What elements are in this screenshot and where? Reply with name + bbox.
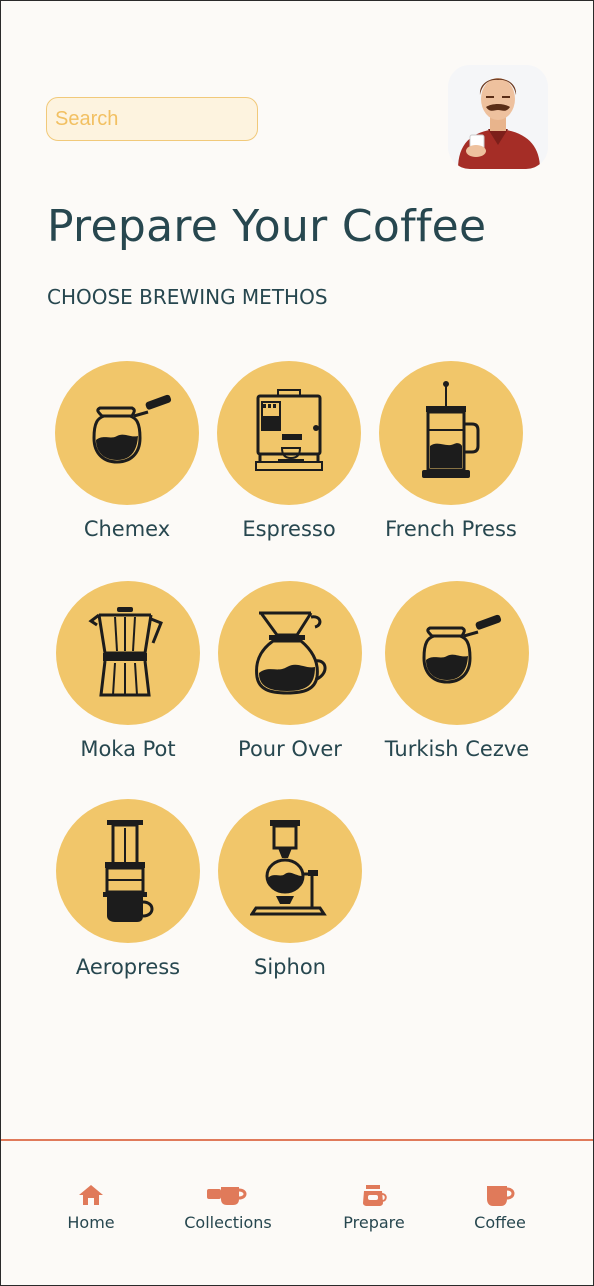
nav-label: Prepare (343, 1213, 405, 1232)
method-circle[interactable] (217, 361, 361, 505)
home-icon (36, 1179, 146, 1207)
nav-item-coffee[interactable]: Coffee (445, 1179, 555, 1239)
cups-icon (173, 1179, 283, 1207)
espresso-machine-icon (255, 389, 323, 471)
method-label: French Press (385, 517, 517, 541)
method-turkish-cezve[interactable]: Turkish Cezve (357, 581, 557, 781)
nav-item-collections[interactable]: Collections (173, 1179, 283, 1239)
nav-label: Collections (184, 1213, 272, 1232)
page-title: Prepare Your Coffee (47, 201, 487, 252)
method-label: Turkish Cezve (384, 737, 530, 761)
method-circle[interactable] (55, 361, 199, 505)
section-subtitle: CHOOSE BREWING METHOS (47, 285, 328, 309)
bottom-nav-divider (1, 1139, 593, 1141)
nav-item-home[interactable]: Home (36, 1179, 146, 1239)
pour-over-icon (255, 611, 327, 695)
user-avatar-icon (448, 65, 548, 169)
siphon-icon (250, 820, 327, 916)
method-circle[interactable] (56, 799, 200, 943)
cezve-icon (92, 394, 172, 464)
search-input[interactable] (46, 97, 258, 141)
method-label: Siphon (254, 955, 326, 979)
nav-label: Coffee (474, 1213, 526, 1232)
mug-icon (445, 1179, 555, 1207)
app-screen: Prepare Your Coffee CHOOSE BREWING METHO… (0, 0, 594, 1286)
method-circle[interactable] (218, 799, 362, 943)
method-circle[interactable] (379, 361, 523, 505)
method-french-press[interactable]: French Press (351, 361, 551, 561)
french-press-icon (422, 381, 480, 478)
cezve-icon (422, 614, 502, 684)
nav-item-prepare[interactable]: Prepare (319, 1179, 429, 1239)
avatar[interactable] (448, 65, 548, 169)
method-circle[interactable] (56, 581, 200, 725)
aeropress-icon (103, 820, 154, 922)
moka-pot-icon (88, 607, 163, 697)
method-circle[interactable] (218, 581, 362, 725)
method-circle[interactable] (385, 581, 529, 725)
coffee-pot-icon (319, 1179, 429, 1207)
nav-label: Home (67, 1213, 115, 1232)
method-siphon[interactable]: Siphon (190, 799, 390, 999)
